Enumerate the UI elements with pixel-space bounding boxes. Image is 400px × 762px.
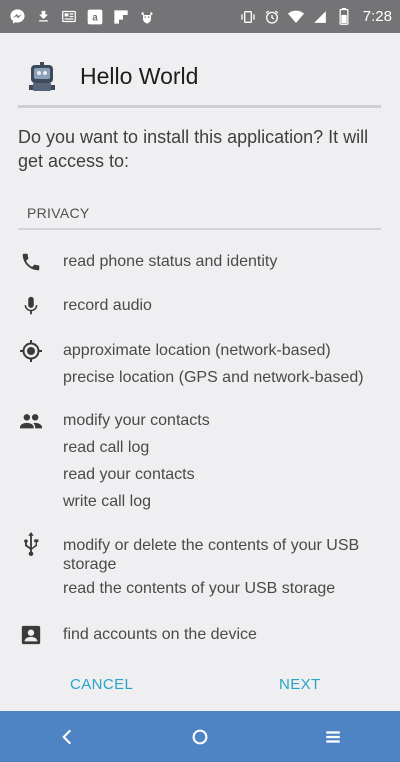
signal-icon: [311, 8, 329, 26]
permission-lines: approximate location (network-based) pre…: [63, 341, 393, 387]
android-debug-icon: [138, 8, 156, 26]
battery-icon: [335, 8, 353, 26]
app-robot-icon: [25, 61, 59, 95]
permission-text: modify or delete the contents of your US…: [63, 537, 360, 573]
status-bar: a 7:28: [0, 0, 400, 33]
permission-text: approximate location (network-based): [63, 342, 331, 359]
permission-lines: read phone status and identity: [63, 252, 393, 271]
vibrate-icon: [239, 8, 257, 26]
messenger-icon: [8, 8, 26, 26]
download-icon: [34, 8, 52, 26]
permission-text: precise location (GPS and network-based): [63, 369, 364, 386]
app-title: Hello World: [80, 63, 199, 89]
location-icon: [19, 339, 43, 363]
amazon-icon: a: [86, 8, 104, 26]
account-icon: [19, 623, 43, 647]
permission-lines: record audio: [63, 296, 393, 315]
permission-text: modify your contacts: [63, 412, 210, 429]
wifi-icon: [287, 8, 305, 26]
flipboard-icon: [112, 8, 130, 26]
header-divider: [18, 105, 381, 108]
usb-icon: [19, 532, 43, 556]
svg-text:a: a: [92, 12, 98, 23]
clock-time: 7:28: [362, 8, 392, 25]
permission-text: write call log: [63, 493, 152, 510]
section-label-privacy: PRIVACY: [27, 205, 90, 221]
alarm-icon: [263, 8, 281, 26]
notification-icons: a: [8, 8, 156, 26]
menu-icon[interactable]: [320, 724, 346, 750]
section-divider: [18, 228, 381, 230]
cancel-button[interactable]: CANCEL: [70, 676, 133, 693]
permission-text: read your contacts: [63, 466, 195, 483]
contacts-icon: [19, 409, 43, 433]
navigation-bar: [0, 711, 400, 762]
permission-text: record audio: [63, 297, 152, 314]
back-icon[interactable]: [54, 724, 80, 750]
permission-lines: modify or delete the contents of your US…: [63, 536, 393, 598]
permission-text: read phone status and identity: [63, 253, 278, 270]
permission-text: read call log: [63, 439, 150, 456]
permission-text: find accounts on the device: [63, 626, 257, 643]
permission-lines: find accounts on the device: [63, 625, 393, 644]
install-question: Do you want to install this application?…: [18, 127, 369, 171]
permission-text: read the contents of your USB storage: [63, 580, 336, 597]
system-icons: 7:28: [239, 8, 392, 26]
home-icon[interactable]: [187, 724, 213, 750]
app-header: Hello World: [0, 33, 400, 108]
news-icon: [60, 8, 78, 26]
phone-icon: [19, 250, 43, 274]
permission-lines: modify your contacts read call log read …: [63, 411, 393, 511]
microphone-icon: [19, 294, 43, 318]
next-button[interactable]: NEXT: [279, 676, 321, 693]
